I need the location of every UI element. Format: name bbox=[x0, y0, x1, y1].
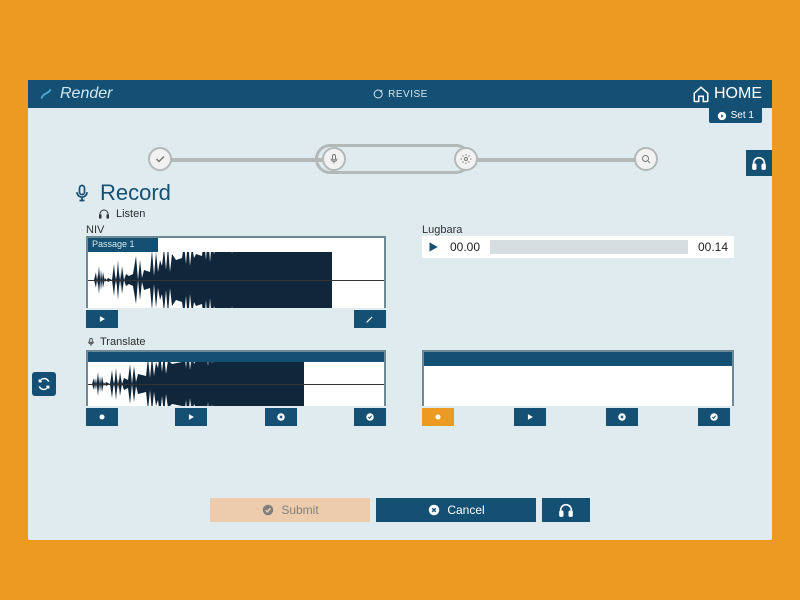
delete-button[interactable] bbox=[606, 408, 638, 426]
play-icon bbox=[426, 240, 440, 254]
source-controls bbox=[86, 310, 386, 328]
step-mic[interactable] bbox=[322, 147, 346, 171]
close-circle-icon bbox=[427, 503, 441, 517]
revise-icon bbox=[372, 88, 384, 100]
play-button[interactable] bbox=[86, 310, 118, 328]
sync-side-button[interactable] bbox=[32, 372, 56, 396]
current-time: 00.00 bbox=[444, 240, 486, 254]
headphones-button[interactable] bbox=[542, 498, 590, 522]
submit-label: Submit bbox=[281, 503, 318, 517]
play-button[interactable] bbox=[514, 408, 546, 426]
pencil-icon bbox=[365, 314, 375, 324]
passage-tab[interactable]: Passage 1 bbox=[88, 238, 158, 252]
revise-label: REVISE bbox=[388, 89, 428, 100]
brand-text: Render bbox=[60, 85, 112, 103]
waveform-midline bbox=[88, 384, 384, 385]
home-label: HOME bbox=[714, 85, 762, 103]
translate-right-header bbox=[424, 352, 732, 366]
gear-icon bbox=[460, 153, 472, 165]
mic-icon bbox=[86, 337, 96, 347]
translate-left-controls bbox=[86, 408, 386, 426]
play-icon bbox=[525, 412, 535, 422]
delete-button[interactable] bbox=[265, 408, 297, 426]
translate-pane-header bbox=[88, 352, 384, 362]
close-circle-icon bbox=[276, 412, 286, 422]
check-circle-icon bbox=[261, 503, 275, 517]
step-gear[interactable] bbox=[454, 147, 478, 171]
headphones-icon bbox=[751, 155, 767, 171]
translate-label: Translate bbox=[86, 336, 145, 348]
section-title: Record bbox=[72, 180, 171, 206]
play-icon bbox=[97, 314, 107, 324]
play-button[interactable] bbox=[175, 408, 207, 426]
confirm-button[interactable] bbox=[354, 408, 386, 426]
submit-button[interactable]: Submit bbox=[210, 498, 370, 522]
translate-waveform-pane[interactable] bbox=[86, 350, 386, 406]
app-window: Render REVISE HOME Set 1 Record bbox=[28, 80, 772, 540]
search-icon bbox=[640, 153, 652, 165]
sync-icon bbox=[37, 377, 51, 391]
mic-icon bbox=[72, 183, 92, 203]
step-check[interactable] bbox=[148, 147, 172, 171]
waveform[interactable] bbox=[88, 362, 384, 406]
play-icon bbox=[186, 412, 196, 422]
record-button[interactable] bbox=[86, 408, 118, 426]
source-label: NIV bbox=[86, 224, 104, 236]
stepper-track bbox=[464, 158, 644, 162]
brand: Render bbox=[38, 85, 112, 103]
cancel-label: Cancel bbox=[447, 503, 484, 517]
close-circle-icon bbox=[617, 412, 627, 422]
check-circle-icon bbox=[709, 412, 719, 422]
headphones-icon bbox=[98, 208, 110, 220]
headphones-side-button[interactable] bbox=[746, 150, 772, 176]
seek-track[interactable] bbox=[490, 240, 688, 254]
home-icon bbox=[692, 85, 710, 103]
play-circle-icon bbox=[717, 111, 727, 121]
listen-label: Listen bbox=[98, 208, 145, 220]
headphones-icon bbox=[558, 502, 574, 518]
check-icon bbox=[154, 153, 166, 165]
source-waveform-pane[interactable]: Passage 1 bbox=[86, 236, 386, 308]
section-title-text: Record bbox=[100, 180, 171, 206]
brand-icon bbox=[38, 86, 54, 102]
listen-text: Listen bbox=[116, 208, 145, 220]
total-time: 00.14 bbox=[692, 240, 734, 254]
waveform-midline bbox=[88, 280, 384, 281]
set-label: Set 1 bbox=[731, 110, 754, 121]
set-badge[interactable]: Set 1 bbox=[709, 108, 762, 123]
confirm-button[interactable] bbox=[698, 408, 730, 426]
stepper-track bbox=[160, 158, 322, 162]
translate-empty-pane[interactable] bbox=[422, 350, 734, 406]
waveform-empty[interactable] bbox=[424, 366, 732, 406]
target-playback-strip: 00.00 00.14 bbox=[422, 236, 734, 258]
mic-icon bbox=[328, 153, 340, 165]
footer-actions: Submit Cancel bbox=[28, 498, 772, 522]
home-button[interactable]: HOME bbox=[692, 85, 762, 103]
circle-icon bbox=[97, 412, 107, 422]
target-label: Lugbara bbox=[422, 224, 462, 236]
passage-label: Passage 1 bbox=[92, 239, 135, 249]
record-button-active[interactable] bbox=[422, 408, 454, 426]
waveform[interactable] bbox=[88, 252, 384, 308]
circle-icon bbox=[433, 412, 443, 422]
translate-right-controls bbox=[422, 408, 734, 426]
check-circle-icon bbox=[365, 412, 375, 422]
revise-button[interactable]: REVISE bbox=[372, 88, 428, 100]
step-search[interactable] bbox=[634, 147, 658, 171]
translate-text: Translate bbox=[100, 336, 145, 348]
play-button[interactable] bbox=[422, 236, 444, 258]
app-header: Render REVISE HOME bbox=[28, 80, 772, 108]
cancel-button[interactable]: Cancel bbox=[376, 498, 536, 522]
edit-button[interactable] bbox=[354, 310, 386, 328]
